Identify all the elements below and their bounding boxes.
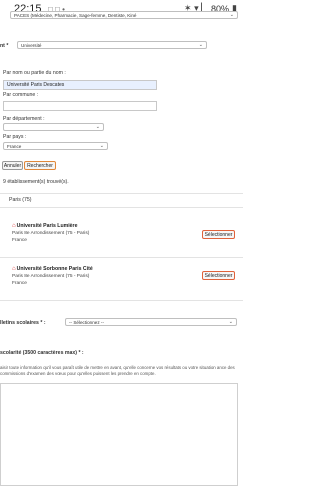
result-country: France	[12, 281, 27, 286]
university-icon: ⌂	[12, 223, 16, 229]
result-country: France	[12, 238, 27, 243]
chevron-down-icon: ⌄	[228, 319, 233, 325]
bulletins-value: -- Sélectionnez --	[69, 320, 104, 325]
results-count: 9 établissement(s) trouvé(s).	[3, 179, 69, 185]
divider	[0, 300, 243, 301]
departement-label: Par département :	[3, 116, 45, 122]
etablissement-label: nt *	[0, 43, 9, 49]
cancel-button[interactable]: Annuler	[2, 161, 23, 170]
chevron-down-icon: ⌄	[99, 143, 104, 149]
etablissement-type-value: Université	[21, 43, 42, 48]
name-search-label: Par nom ou partie du nom :	[3, 70, 66, 76]
result-address: Paris 8e Arrondissement (75 - Paris)	[12, 274, 90, 279]
divider	[0, 193, 243, 194]
divider	[0, 257, 243, 258]
chevron-down-icon: ⌄	[95, 124, 100, 130]
select-result-button[interactable]: Sélectionner	[202, 230, 235, 239]
commune-label: Par commune :	[3, 92, 39, 98]
filiere-select[interactable]: PACES (Médecine, Pharmacie, Sage-femme, …	[10, 11, 238, 19]
scolarite-label: scolarité (3500 caractères max) * :	[0, 350, 84, 356]
divider	[0, 207, 243, 208]
scolarite-textarea[interactable]	[0, 383, 238, 486]
result-name: ⌂Université Paris Lumière	[12, 223, 78, 229]
result-address: Paris 8e Arrondissement (75 - Paris)	[12, 231, 90, 236]
pays-select[interactable]: France ⌄	[3, 142, 108, 150]
search-button[interactable]: Rechercher	[24, 161, 56, 170]
name-search-input[interactable]: Université Paris Descates	[3, 80, 157, 90]
chevron-down-icon: ⌄	[198, 42, 203, 48]
scolarite-help: aisir toute information qu'il vous paraî…	[0, 365, 235, 376]
select-result-button[interactable]: Sélectionner	[202, 271, 235, 280]
chevron-down-icon: ⌄	[229, 12, 234, 18]
filiere-select-value: PACES (Médecine, Pharmacie, Sage-femme, …	[14, 13, 137, 18]
result-name: ⌂Université Sorbonne Paris Cité	[12, 266, 93, 272]
etablissement-type-select[interactable]: Université ⌄	[17, 41, 207, 49]
departement-select[interactable]: ⌄	[3, 123, 104, 131]
pays-value: France	[7, 144, 22, 149]
results-group-label: Paris (75)	[9, 197, 32, 203]
bulletins-label: lletins scolaires * :	[0, 320, 46, 326]
pays-label: Par pays :	[3, 134, 27, 140]
university-icon: ⌂	[12, 266, 16, 272]
bulletins-select[interactable]: -- Sélectionnez -- ⌄	[65, 318, 237, 326]
commune-input[interactable]	[3, 101, 157, 111]
